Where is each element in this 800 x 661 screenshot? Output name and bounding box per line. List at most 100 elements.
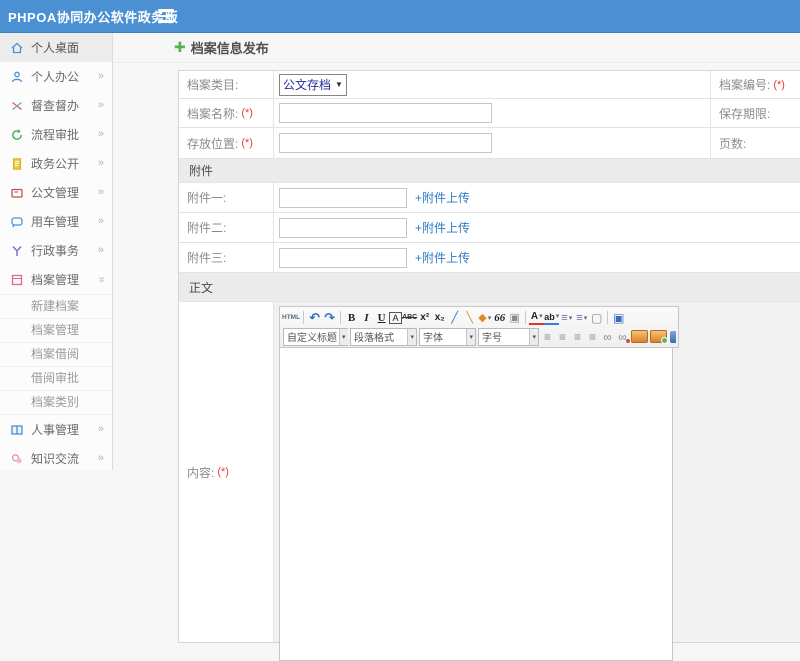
form-row-attachment-1: 附件一: +附件上传	[179, 183, 800, 213]
strikethrough-icon[interactable]: ABC	[402, 310, 417, 326]
source-code-icon[interactable]: HTML	[282, 310, 300, 326]
sidebar-subitem-archive-mgmt[interactable]: 档案管理	[0, 318, 112, 342]
divider	[525, 311, 527, 324]
font-family-select-label: 字体	[423, 333, 443, 344]
paste-icon[interactable]: ▣	[507, 310, 522, 326]
pages-label: 页数:	[710, 128, 800, 158]
chevron-down-icon: »	[95, 276, 108, 283]
supervise-icon	[12, 101, 22, 110]
remove-format-icon[interactable]: ╱	[447, 310, 462, 326]
chevron-right-icon: »	[97, 452, 104, 464]
attachment-2-label: 附件二:	[179, 213, 274, 242]
font-family-select[interactable]: 字体 ▾	[419, 327, 476, 346]
sidebar-item-hr-mgmt[interactable]: 人事管理 »	[0, 415, 112, 444]
image-icon[interactable]	[631, 330, 648, 343]
location-label: 存放位置: (*)	[179, 128, 274, 158]
blockquote-icon[interactable]: 66	[492, 310, 507, 326]
chevron-down-icon: ▾	[407, 328, 416, 345]
storage-location-input[interactable]	[279, 133, 492, 153]
process-approval-icon	[12, 128, 22, 140]
sidebar-item-personal-desktop[interactable]: 个人桌面	[0, 33, 112, 62]
category-select[interactable]: 公文存档 ▼	[279, 73, 347, 96]
attachment-1-input[interactable]	[279, 187, 407, 208]
ordered-list-icon[interactable]: ≡	[559, 310, 574, 326]
document-folder-icon	[11, 188, 23, 198]
redo-icon[interactable]: ↷	[322, 310, 337, 326]
sidebar-subitem-borrow-approval[interactable]: 借阅审批	[0, 366, 112, 390]
menu-toggle-icon[interactable]	[158, 9, 174, 23]
align-right-icon[interactable]: ≡	[570, 329, 585, 345]
superscript-icon[interactable]: x²	[417, 310, 432, 326]
attachment-2-input[interactable]	[279, 217, 407, 238]
editor-toolbar: HTML↶↷BIUAABCx²x₂╱╲◆66▣Aab≡≡▢▣ 自定义标题▾段落格…	[279, 306, 679, 348]
fullscreen-icon[interactable]: ▣	[611, 310, 626, 326]
link-icon[interactable]: ∞	[600, 329, 615, 345]
archive-form: 档案类目: 公文存档 ▼ 档案编号:(*) 档案名称:(*) 保存期限: —	[178, 70, 800, 661]
attachment-1-upload-link[interactable]: +附件上传	[415, 189, 470, 206]
sidebar-item-personal-office[interactable]: 个人办公 »	[0, 62, 112, 91]
attachment-3-upload-link[interactable]: +附件上传	[415, 249, 470, 266]
highlight-color-icon[interactable]: ab	[544, 311, 560, 325]
align-left-icon[interactable]: ≡	[540, 329, 555, 345]
font-frame-icon[interactable]: A	[389, 311, 403, 324]
underline-icon[interactable]: U	[374, 310, 389, 326]
period-label: 保存期限:	[710, 99, 800, 127]
sidebar-item-document-mgmt[interactable]: 公文管理 »	[0, 178, 112, 207]
align-justify-icon[interactable]: ≡	[585, 329, 600, 345]
new-page-icon[interactable]: ▢	[589, 310, 604, 326]
attachment-3-label: 附件三:	[179, 243, 274, 272]
page-title: 档案信息发布	[190, 40, 269, 56]
unordered-list-icon[interactable]: ≡	[574, 310, 589, 326]
sidebar-item-process-approval[interactable]: 流程审批 »	[0, 120, 112, 149]
undo-icon[interactable]: ↶	[307, 310, 322, 326]
rich-text-editor: HTML↶↷BIUAABCx²x₂╱╲◆66▣Aab≡≡▢▣ 自定义标题▾段落格…	[279, 306, 679, 661]
attachment-2-upload-link[interactable]: +附件上传	[415, 219, 470, 236]
unlink-icon[interactable]: ∞	[615, 329, 630, 345]
italic-icon[interactable]: I	[359, 310, 374, 326]
chevron-down-icon: ▾	[339, 328, 348, 345]
sidebar-item-knowledge[interactable]: 知识交流 »	[0, 444, 112, 473]
editor-content-area[interactable]	[279, 348, 673, 661]
sidebar-item-archive-mgmt[interactable]: 档案管理 »	[0, 265, 112, 294]
knowledge-icon	[11, 453, 22, 463]
chevron-down-icon: ▾	[466, 328, 475, 345]
user-icon	[11, 71, 23, 82]
content-label: 内容: (*)	[179, 302, 274, 642]
sidebar-subitem-archive-borrow[interactable]: 档案借阅	[0, 342, 112, 366]
attachment-3-input[interactable]	[279, 247, 407, 268]
sidebar-item-gov-public[interactable]: 政务公开 »	[0, 149, 112, 178]
chevron-down-icon: ▾	[529, 328, 538, 345]
subscript-icon[interactable]: x₂	[432, 310, 447, 326]
archive-name-input[interactable]	[279, 103, 492, 123]
sidebar-subitem-new-archive[interactable]: 新建档案	[0, 294, 112, 318]
sidebar-item-admin-affairs[interactable]: 行政事务 »	[0, 236, 112, 265]
form-row-content: 内容:(*) HTML↶↷BIUAABCx²x₂╱╲◆66▣Aab≡≡▢▣ 自定…	[179, 302, 800, 661]
paint-brush-icon[interactable]: ╲	[462, 310, 477, 326]
editor-toolbar-row2: 自定义标题▾段落格式▾字体▾字号▾≡≡≡≡∞∞⊞	[282, 327, 676, 346]
sidebar-item-supervision[interactable]: 督查督办 »	[0, 91, 112, 120]
flash-image-icon[interactable]	[650, 330, 668, 344]
bold-icon[interactable]: B	[344, 310, 359, 326]
align-center-icon[interactable]: ≡	[555, 329, 570, 345]
sidebar-submenu-archive: 新建档案 档案管理 档案借阅 借阅审批 档案类别	[0, 294, 112, 415]
paragraph-format-select[interactable]: 段落格式 ▾	[350, 327, 417, 346]
font-color-icon[interactable]: A	[529, 311, 545, 325]
hr-icon	[11, 424, 23, 435]
number-label: 档案编号: (*)	[710, 71, 800, 98]
chevron-right-icon: »	[97, 157, 104, 169]
home-icon	[11, 42, 23, 53]
custom-heading-select[interactable]: 自定义标题 ▾	[283, 327, 348, 346]
chevron-right-icon: »	[97, 70, 104, 82]
chevron-right-icon: »	[97, 244, 104, 256]
body-section-header: 正文	[179, 273, 800, 302]
font-size-select[interactable]: 字号 ▾	[478, 327, 539, 346]
font-size-select-label: 字号	[482, 333, 502, 344]
fill-color-icon[interactable]: ◆	[477, 310, 492, 326]
sidebar-subitem-archive-category[interactable]: 档案类别	[0, 390, 112, 414]
custom-heading-select-label: 自定义标题	[287, 333, 337, 344]
sidebar-item-vehicle-mgmt[interactable]: 用车管理 »	[0, 207, 112, 236]
chevron-right-icon: »	[97, 128, 104, 140]
chevron-right-icon: »	[97, 186, 104, 198]
vehicle-icon	[11, 216, 23, 227]
media-icon[interactable]	[670, 330, 676, 343]
